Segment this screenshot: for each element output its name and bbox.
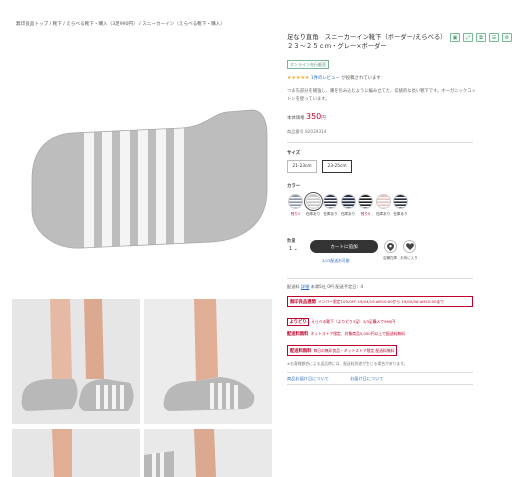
favorite-button[interactable] (403, 240, 416, 253)
shipping-detail-link[interactable]: 詳細 (301, 284, 309, 289)
product-main-image[interactable] (12, 50, 275, 290)
share-icon[interactable]: ⤢ (463, 33, 473, 42)
promo-text: メンバー限定10%OFF 19/04/19 AM10:00から 19/05/06… (317, 298, 445, 304)
price-value: 350 (305, 112, 322, 121)
size-label: サイズ (287, 151, 301, 156)
color-swatch-4[interactable] (340, 194, 356, 209)
thumbnail-1-image (12, 299, 140, 424)
thumbnail-3[interactable] (12, 429, 140, 477)
divider (287, 142, 473, 143)
chevron-down-icon: ⌄ (293, 247, 298, 252)
store-stock-label: 店舗在庫 (383, 256, 397, 260)
promo-tag: よりどり (287, 318, 310, 326)
swatch-pattern (324, 195, 337, 208)
thumbnail-4[interactable] (144, 429, 272, 477)
online-badge: オンライン先行販売 (287, 60, 329, 69)
color-swatch-stock-label: 在庫あり (305, 212, 321, 216)
color-swatch-stock-label: 在庫あり (375, 212, 391, 216)
promo-free-shipping[interactable]: 配送料無料 ネットストア限定、対象商品5,000円以上で配送料無料 (287, 331, 405, 337)
thumbnail-1[interactable] (12, 299, 140, 424)
divider (287, 384, 473, 385)
promo-free-shipping-2[interactable]: 配送料無料 毎日の無印良品・ネットストア限定 配送料無料 (287, 345, 398, 356)
thumbnail-2-image (144, 299, 272, 424)
product-title: 足なり直角 スニーカーイン靴下（ボーダー/えらべる） ２３～２５ｃｍ・グレー×ボ… (287, 34, 450, 50)
product-description: つま先部分を補強し、踵を包み込むように編み立てた、伝統的な長い靴下です。オーガニ… (287, 89, 476, 102)
promo-tag: 配送料無料 (290, 348, 312, 354)
thumbnail-2[interactable] (144, 299, 272, 424)
color-swatch-6[interactable] (375, 194, 391, 209)
color-swatch-stock-label: 残り5 (360, 212, 371, 216)
info-links: 商品お届け日について お届け日について (287, 376, 404, 382)
breadcrumb[interactable]: 無印良品トップ / 靴下 / えらべる靴下・購入（3足990円） / スニーカー… (16, 21, 225, 27)
heart-icon (405, 243, 414, 250)
divider (287, 372, 473, 373)
list-icon[interactable]: ☰ (489, 33, 499, 42)
swatch-pattern (359, 195, 372, 208)
review-summary: ★★★★★ 1件のレビュー が投稿されています (287, 75, 381, 81)
swatch-pattern (394, 195, 407, 208)
color-swatch-1[interactable] (288, 194, 303, 209)
review-text: が投稿されています (341, 76, 381, 81)
promo-tag: 配送料無料 (287, 332, 309, 337)
add-to-cart-button[interactable]: カートに追加 (310, 240, 378, 253)
thumbnail-3-image (12, 429, 140, 477)
location-pin-icon (387, 242, 394, 251)
shipping-info: 配送料 詳細 未満5社 0円 配送予定日：4 (287, 284, 363, 290)
store-stock-button[interactable] (384, 240, 397, 253)
delivery-info-link[interactable]: お届け日について (350, 376, 383, 381)
price-prefix: 本体価格 (287, 116, 305, 121)
color-swatch-5[interactable] (358, 194, 373, 209)
swatch-pattern (289, 195, 302, 208)
swatch-pattern (376, 195, 390, 208)
swatch-pattern (341, 195, 355, 208)
promo-yoridori[interactable]: よりどり えらべる靴下（よりどり3足）3/3足購入で990円 (287, 318, 395, 326)
shipping-fee: 未満5社 0円 (310, 284, 335, 289)
promo-text: えらべる靴下（よりどり3足）3/3足購入で990円 (311, 319, 396, 324)
promo-text: ネットストア限定、対象商品5,000円以上で配送料無料 (310, 331, 405, 336)
price-unit: 円 (321, 116, 326, 121)
return-note: ※お客様都合による返品時には、配送料別途が生じる場合があります。 (287, 361, 408, 366)
color-swatch-stock-label: 残り1 (290, 212, 301, 216)
size-option-21-23[interactable]: 21-23cm (287, 160, 317, 173)
color-swatch-stock-label: 在庫あり (340, 212, 356, 216)
color-label: カラー (287, 184, 301, 189)
copy-icon[interactable]: ⧉ (476, 33, 486, 42)
quantity-select[interactable]: 1 ⌄ (289, 247, 298, 252)
settings-icon[interactable]: ⚙ (502, 33, 512, 42)
review-link[interactable]: 1件のレビュー (311, 76, 340, 81)
divider (287, 278, 473, 279)
shipping-label: 配送料 (287, 284, 300, 289)
bookmark-icon[interactable]: ▣ (450, 33, 460, 42)
product-thumbnails (12, 299, 275, 477)
color-swatch-stock-label: 在庫あり (323, 212, 338, 216)
shipping-date: 配送予定日：4 (335, 284, 364, 289)
page-toolbar: ▣ ⤢ ⧉ ☰ ⚙ (450, 33, 512, 42)
product-id: 商品番号 82029314 (287, 129, 327, 134)
color-swatch-stock-label: 在庫あり (393, 212, 408, 216)
sock-illustration (31, 109, 268, 249)
size-option-23-25[interactable]: 23-25cm (322, 160, 352, 173)
promo-muji-week[interactable]: 無印良品週間 メンバー限定10%OFF 19/04/19 AM10:00から 19… (287, 296, 473, 307)
delivery-date-link[interactable]: 商品お届け日について (287, 376, 329, 381)
favorite-label: お気に入り (400, 256, 418, 260)
quantity-label: 数量 (287, 239, 296, 244)
thumbnail-4-image (144, 429, 272, 477)
rating-stars: ★★★★★ (287, 75, 310, 81)
color-swatch-7[interactable] (393, 194, 408, 209)
promo-tag: 無印良品週間 (290, 299, 316, 305)
swatch-pattern (306, 195, 320, 208)
color-swatch-2[interactable] (303, 192, 323, 211)
delivery-link[interactable]: 3/13配送お可能 (322, 258, 350, 264)
promo-text: 毎日の無印良品・ネットストア限定 配送料無料 (313, 347, 395, 353)
quantity-value: 1 (289, 247, 293, 252)
color-swatch-3[interactable] (323, 194, 338, 209)
price: 本体価格 350円 (287, 112, 326, 121)
